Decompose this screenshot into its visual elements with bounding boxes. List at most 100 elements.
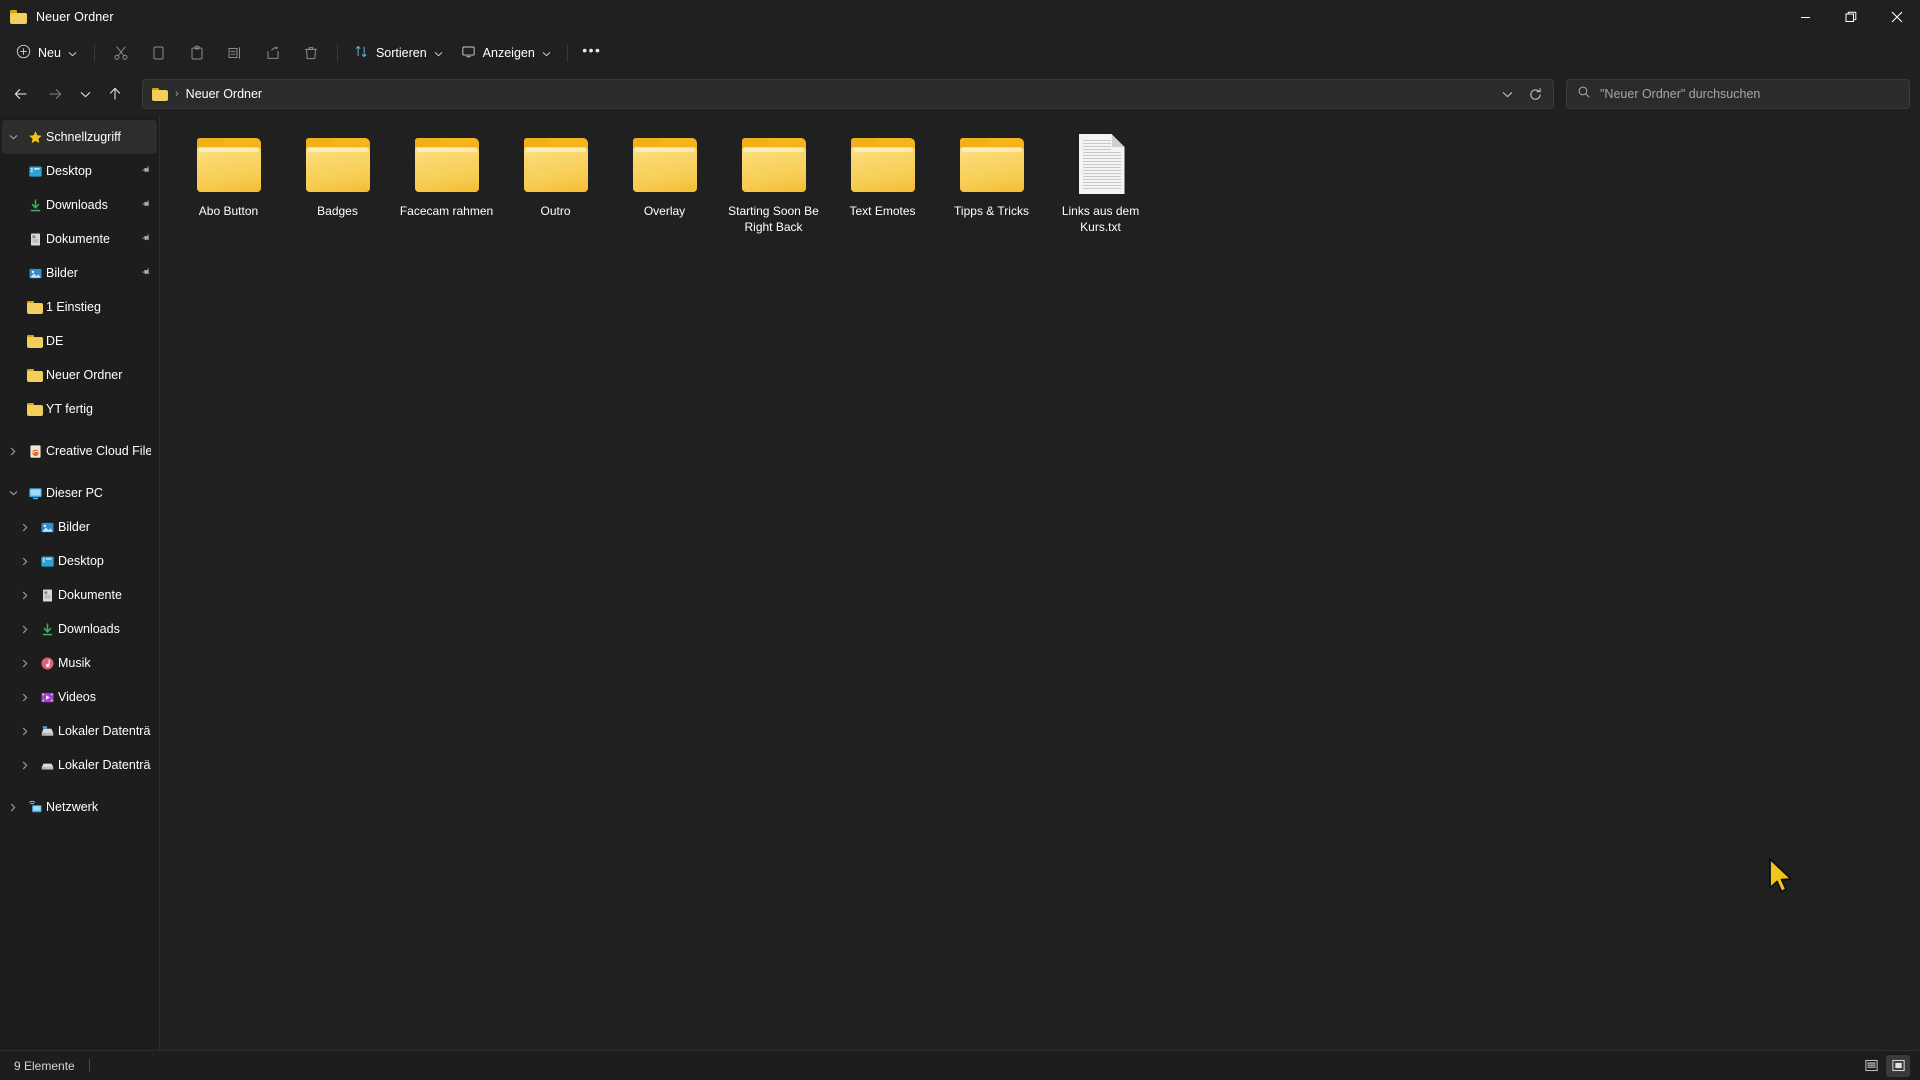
file-grid: Abo Button Badges Facecam rahmen Outro O… [174, 126, 1920, 241]
file-item[interactable]: Badges [283, 126, 392, 241]
paste-button[interactable] [178, 38, 216, 68]
downloads-icon [24, 198, 46, 213]
file-item[interactable]: Outro [501, 126, 610, 241]
chevron-right-icon[interactable] [2, 803, 24, 812]
chevron-right-icon[interactable] [14, 727, 36, 736]
rename-button[interactable] [216, 38, 254, 68]
creative-cloud-icon [24, 444, 46, 459]
desktop-icon [36, 554, 58, 569]
item-count-label: 9 Elemente [14, 1058, 75, 1073]
sidebar-item-pc-downloads[interactable]: Downloads [2, 612, 157, 646]
file-item[interactable]: Links aus dem Kurs.txt [1046, 126, 1155, 241]
chevron-right-icon[interactable] [14, 761, 36, 770]
sidebar-item-neuer-ordner[interactable]: Neuer Ordner [2, 358, 157, 392]
file-list-pane[interactable]: Abo Button Badges Facecam rahmen Outro O… [160, 116, 1920, 1050]
plus-circle-icon [16, 44, 31, 62]
folder-icon [191, 134, 267, 196]
sidebar-item-label: Desktop [46, 164, 92, 178]
folder-icon [24, 402, 46, 416]
chevron-right-icon[interactable] [14, 557, 36, 566]
details-view-button[interactable] [1859, 1055, 1883, 1077]
view-button[interactable]: Anzeigen [452, 39, 560, 67]
navigation-pane[interactable]: Schnellzugriff Desktop Downloads Dokumen… [0, 116, 160, 1050]
file-name: Outro [540, 204, 571, 218]
delete-button[interactable] [292, 38, 330, 68]
up-button[interactable] [98, 79, 132, 109]
breadcrumb-item-current[interactable]: Neuer Ordner [186, 87, 262, 101]
sidebar-item-label: Lokaler Datenträger [58, 758, 151, 772]
sidebar-item-bilder[interactable]: Bilder [2, 256, 157, 290]
sidebar-item-pc-musik[interactable]: Musik [2, 646, 157, 680]
file-item[interactable]: Starting Soon Be Right Back [719, 126, 828, 241]
sidebar-group-netzwerk[interactable]: Netzwerk [2, 790, 157, 824]
sidebar-item-desktop[interactable]: Desktop [2, 154, 157, 188]
file-name: Tipps & Tricks [954, 204, 1029, 218]
recent-locations-button[interactable] [72, 79, 98, 109]
refresh-button[interactable] [1521, 81, 1549, 107]
breadcrumb-separator: › [175, 88, 179, 100]
chevron-right-icon[interactable] [14, 659, 36, 668]
folder-icon [845, 134, 921, 196]
sidebar-item-label: Bilder [46, 266, 78, 280]
sidebar-item-local-disk-1[interactable]: Lokaler Datenträger [2, 714, 157, 748]
sidebar-group-schnellzugriff[interactable]: Schnellzugriff [2, 120, 157, 154]
new-button[interactable]: Neu [8, 39, 87, 67]
sidebar-item-1-einstieg[interactable]: 1 Einstieg [2, 290, 157, 324]
breadcrumb: › Neuer Ordner [152, 87, 1493, 101]
search-input[interactable] [1600, 87, 1899, 101]
chevron-right-icon[interactable] [14, 523, 36, 532]
chevron-right-icon[interactable] [14, 625, 36, 634]
chevron-down-icon [542, 46, 551, 60]
address-bar[interactable]: › Neuer Ordner [142, 79, 1554, 109]
forward-button[interactable] [38, 79, 72, 109]
sidebar-item-pc-bilder[interactable]: Bilder [2, 510, 157, 544]
videos-icon [36, 690, 58, 705]
file-name: Starting Soon Be Right Back [728, 204, 819, 234]
chevron-right-icon[interactable] [2, 447, 24, 456]
sidebar-group-creative-cloud-files[interactable]: Creative Cloud Files [2, 434, 157, 468]
address-bar-actions [1493, 81, 1549, 107]
file-item[interactable]: Tipps & Tricks [937, 126, 1046, 241]
copy-button[interactable] [140, 38, 178, 68]
status-bar: 9 Elemente [0, 1050, 1920, 1080]
search-box[interactable] [1566, 79, 1910, 109]
sort-button-label: Sortieren [375, 46, 427, 60]
folder-icon [627, 134, 703, 196]
monitor-icon [461, 44, 476, 62]
folder-icon [736, 134, 812, 196]
folder-icon [24, 300, 46, 314]
sidebar-item-downloads[interactable]: Downloads [2, 188, 157, 222]
minimize-button[interactable] [1782, 0, 1828, 34]
cut-button[interactable] [102, 38, 140, 68]
file-item[interactable]: Text Emotes [828, 126, 937, 241]
sidebar-item-pc-dokumente[interactable]: Dokumente [2, 578, 157, 612]
folder-icon [10, 10, 27, 24]
restore-button[interactable] [1828, 0, 1874, 34]
sidebar-item-pc-videos[interactable]: Videos [2, 680, 157, 714]
file-item[interactable]: Abo Button [174, 126, 283, 241]
chevron-right-icon[interactable] [14, 591, 36, 600]
more-options-button[interactable]: ••• [575, 39, 609, 67]
address-row: › Neuer Ordner [0, 72, 1920, 116]
chevron-right-icon[interactable] [14, 693, 36, 702]
sort-arrows-icon [354, 44, 369, 62]
sidebar-item-yt-fertig[interactable]: YT fertig [2, 392, 157, 426]
close-button[interactable] [1874, 0, 1920, 34]
sidebar-item-local-disk-2[interactable]: Lokaler Datenträger [2, 748, 157, 782]
sidebar-item-label: Videos [58, 690, 96, 704]
sidebar-item-de[interactable]: DE [2, 324, 157, 358]
toolbar-divider-3 [566, 44, 568, 62]
file-item[interactable]: Overlay [610, 126, 719, 241]
sidebar-item-dokumente[interactable]: Dokumente [2, 222, 157, 256]
back-button[interactable] [4, 79, 38, 109]
sidebar-item-pc-desktop[interactable]: Desktop [2, 544, 157, 578]
chevron-down-icon[interactable] [2, 490, 24, 496]
file-item[interactable]: Facecam rahmen [392, 126, 501, 241]
large-icons-view-button[interactable] [1886, 1054, 1910, 1077]
chevron-down-icon[interactable] [2, 134, 24, 140]
sidebar-group-dieser-pc[interactable]: Dieser PC [2, 476, 157, 510]
address-dropdown-button[interactable] [1493, 81, 1521, 107]
sort-button[interactable]: Sortieren [345, 39, 452, 67]
share-button[interactable] [254, 38, 292, 68]
chevron-down-icon [434, 46, 443, 60]
